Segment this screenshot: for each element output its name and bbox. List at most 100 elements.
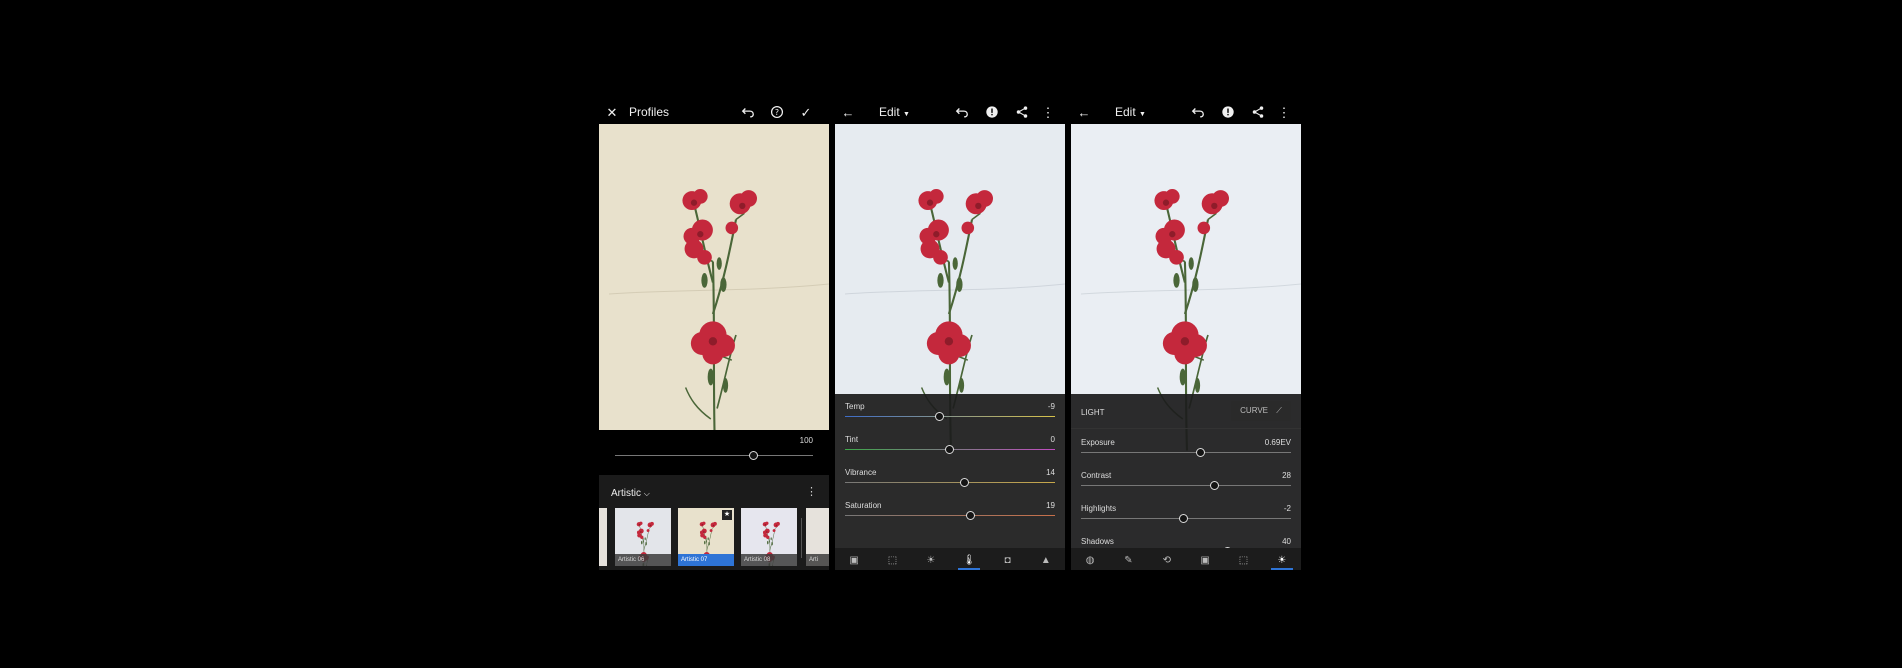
color-adjustments: Temp -9 Tint 0 Vibrance 14 Saturation 19: [835, 394, 1065, 548]
active-tool-indicator: [958, 568, 981, 570]
help-icon[interactable]: ?: [768, 103, 786, 121]
edit-topbar: ← Edit ▼ ⋮: [835, 100, 1065, 124]
slider-value-saturation: 19: [1046, 501, 1055, 510]
curve-label: CURVE: [1240, 406, 1268, 415]
selective-icon[interactable]: ◍: [1083, 553, 1097, 567]
strip-divider: [801, 518, 802, 558]
profiles-browser: Artistic ⌵ ⋮ Artistic 06 ★ Artistic 07 A…: [599, 475, 829, 570]
slider-track-exposure[interactable]: [1081, 452, 1291, 453]
more-vertical-icon[interactable]: ⋮: [806, 485, 817, 498]
more-vertical-icon[interactable]: ⋮: [1039, 103, 1057, 121]
slider-label-shadows: Shadows: [1081, 537, 1114, 546]
amount-slider-track[interactable]: [615, 455, 813, 456]
close-icon[interactable]: ✕: [603, 103, 621, 121]
edit-menu[interactable]: Edit ▼: [879, 105, 910, 119]
slider-thumb-vibrance[interactable]: [959, 478, 969, 487]
slider-track-temp[interactable]: [845, 416, 1055, 417]
amount-slider-area: 100: [599, 430, 829, 475]
profiles-title: Profiles: [629, 105, 670, 119]
back-arrow-icon[interactable]: ←: [839, 103, 857, 121]
slider-track-contrast[interactable]: [1081, 485, 1291, 486]
profile-thumbnail-label: Artistic 08: [741, 554, 797, 566]
amount-value: 100: [799, 436, 813, 445]
profile-thumbnail-partial-left[interactable]: [599, 508, 607, 566]
slider-label-vibrance: Vibrance: [845, 468, 877, 477]
slider-label-saturation: Saturation: [845, 501, 882, 510]
presets-icon[interactable]: ▣: [847, 553, 861, 567]
profiles-topbar: ✕ Profiles ? ✓: [599, 100, 829, 124]
slider-value-tint: 0: [1050, 435, 1055, 444]
section-divider: [1071, 428, 1301, 429]
back-arrow-icon[interactable]: ←: [1075, 103, 1093, 121]
tool-bar: ◍ ✎ ⟲ ▣ ⬚ ☀: [1071, 548, 1301, 570]
active-tool-indicator: [1270, 568, 1293, 570]
profile-thumbnail-partial-right[interactable]: Arti: [806, 508, 829, 566]
slider-value-vibrance: 14: [1046, 468, 1055, 477]
tool-bar: ▣ ⬚ ☀ 🌡 ◘ ▲: [835, 548, 1065, 570]
chevron-down-icon: ⌵: [643, 489, 650, 498]
profile-thumbnail-label: Artistic 06: [615, 554, 671, 566]
favorite-star-icon[interactable]: ★: [722, 510, 732, 520]
slider-label-temp: Temp: [845, 402, 865, 411]
undo-icon[interactable]: [739, 103, 757, 121]
slider-track-saturation[interactable]: [845, 515, 1055, 516]
edit-light-panel: ← Edit ▼ ⋮ LIGHT CURVE ⟋ Exposure 0.69EV C…: [1071, 100, 1301, 570]
slider-thumb-contrast[interactable]: [1210, 481, 1220, 490]
more-vertical-icon[interactable]: ⋮: [1275, 103, 1293, 121]
category-dropdown[interactable]: Artistic ⌵: [611, 488, 650, 499]
section-title: LIGHT: [1081, 408, 1105, 417]
light-adjustments: LIGHT CURVE ⟋ Exposure 0.69EV Contrast 28 Hi…: [1071, 394, 1301, 556]
crop-icon[interactable]: ⟲: [1160, 553, 1174, 567]
slider-thumb-exposure[interactable]: [1195, 448, 1205, 457]
detail-icon[interactable]: ▲: [1039, 553, 1053, 567]
edit-menu[interactable]: Edit ▼: [1115, 105, 1146, 119]
light-icon[interactable]: ☀: [924, 553, 938, 567]
edit-title: Edit: [1115, 105, 1136, 119]
curve-button[interactable]: CURVE ⟋: [1231, 401, 1291, 421]
slider-label-tint: Tint: [845, 435, 859, 444]
light-icon[interactable]: ☀: [1275, 553, 1289, 567]
slider-label-contrast: Contrast: [1081, 471, 1112, 480]
edit-topbar: ← Edit ▼ ⋮: [1071, 100, 1301, 124]
svg-text:?: ?: [775, 108, 779, 117]
profile-thumbnails: Artistic 06 ★ Artistic 07 Artistic 08 Ar…: [599, 508, 829, 568]
slider-value-temp: -9: [1047, 402, 1055, 411]
share-icon[interactable]: [1249, 103, 1267, 121]
profile-thumbnail-label: Artistic 07: [678, 554, 734, 566]
profile-thumbnail-selected[interactable]: ★ Artistic 07: [678, 508, 734, 566]
profile-thumbnail[interactable]: Artistic 08: [741, 508, 797, 566]
slider-value-highlights: -2: [1283, 504, 1291, 513]
category-label: Artistic: [611, 488, 641, 499]
edit-color-panel: ← Edit ▼ ⋮ Temp -9 Tint 0 Vibrance 14 Saturati…: [835, 100, 1065, 570]
slider-thumb-highlights[interactable]: [1178, 514, 1188, 523]
undo-icon[interactable]: [1189, 103, 1207, 121]
slider-value-shadows: 40: [1282, 537, 1291, 546]
slider-thumb-tint[interactable]: [945, 445, 954, 454]
alert-icon[interactable]: [983, 103, 1001, 121]
slider-track-vibrance[interactable]: [845, 482, 1055, 483]
amount-slider-thumb[interactable]: [748, 451, 758, 460]
edit-title: Edit: [879, 105, 900, 119]
slider-label-exposure: Exposure: [1081, 438, 1115, 447]
slider-value-exposure: 0.69EV: [1264, 438, 1291, 447]
caret-down-icon: ▼: [903, 111, 910, 118]
caret-down-icon: ▼: [1139, 111, 1146, 118]
auto-icon[interactable]: ⬚: [1237, 553, 1251, 567]
curve-icon: ⟋: [1276, 406, 1282, 415]
slider-thumb-temp[interactable]: [934, 412, 944, 421]
profiles-panel: ✕ Profiles ? ✓ 100 Artistic ⌵ ⋮ Artistic…: [599, 100, 829, 570]
share-icon[interactable]: [1013, 103, 1031, 121]
profile-thumbnail-label: Arti: [806, 554, 829, 566]
healing-icon[interactable]: ✎: [1122, 553, 1136, 567]
presets-icon[interactable]: ▣: [1198, 553, 1212, 567]
undo-icon[interactable]: [953, 103, 971, 121]
check-icon[interactable]: ✓: [797, 103, 815, 121]
alert-icon[interactable]: [1219, 103, 1237, 121]
slider-thumb-saturation[interactable]: [966, 511, 975, 520]
slider-label-highlights: Highlights: [1081, 504, 1117, 513]
effects-icon[interactable]: ◘: [1001, 553, 1015, 567]
auto-icon[interactable]: ⬚: [886, 553, 900, 567]
photo-preview: [599, 124, 829, 430]
color-icon[interactable]: 🌡: [962, 553, 976, 567]
profile-thumbnail[interactable]: Artistic 06: [615, 508, 671, 566]
